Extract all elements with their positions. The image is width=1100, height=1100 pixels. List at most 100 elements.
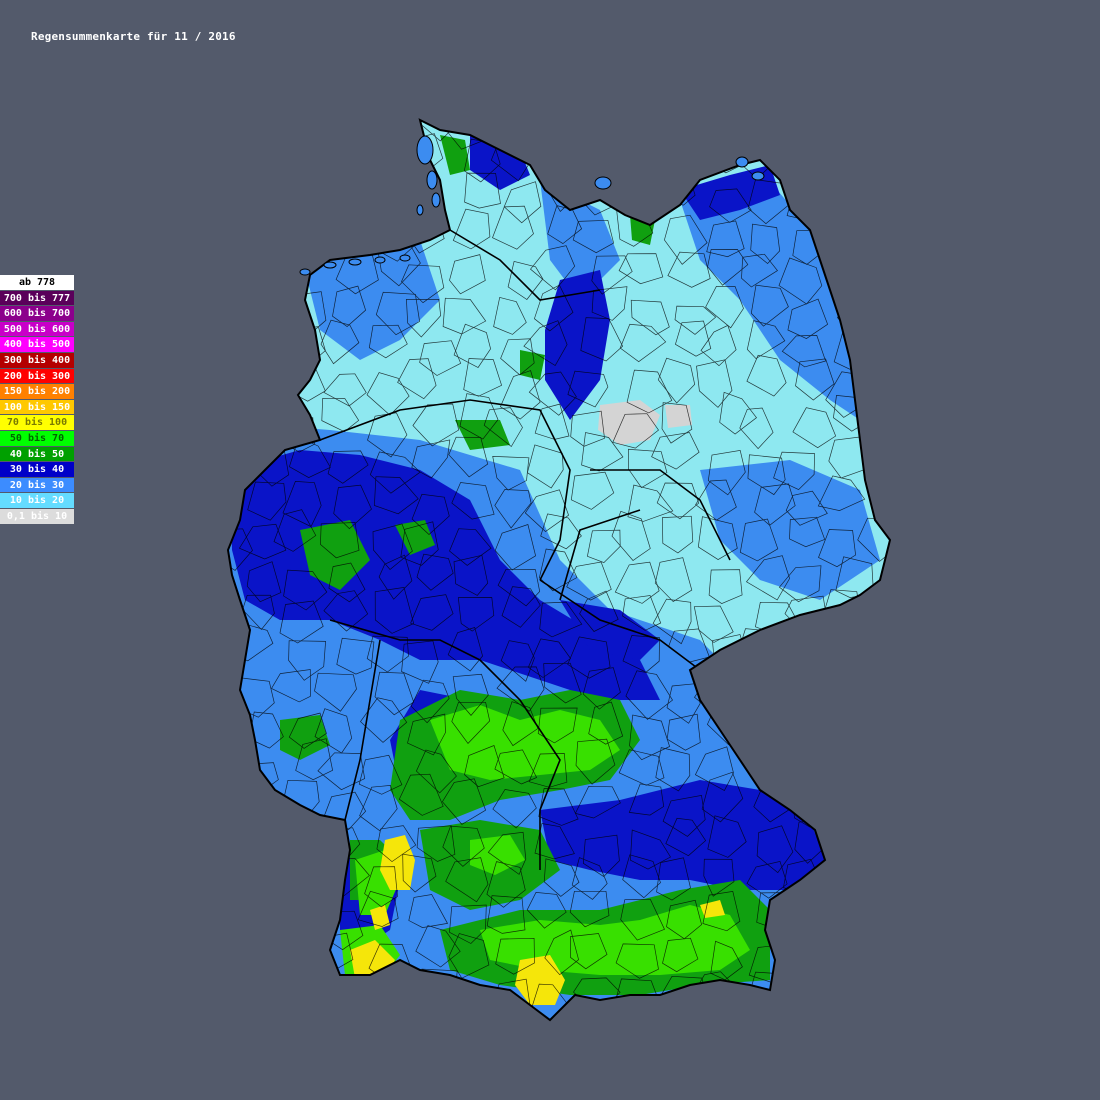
district-boundary	[825, 137, 867, 174]
district-boundary	[833, 211, 877, 251]
island	[735, 156, 749, 168]
district-boundary	[281, 970, 322, 1008]
island	[426, 170, 438, 190]
district-boundary	[235, 937, 273, 978]
district-boundary	[836, 174, 880, 210]
island	[594, 176, 612, 190]
district-boundary	[867, 243, 890, 282]
district-boundary	[245, 399, 290, 437]
district-boundary	[779, 133, 821, 179]
district-boundary	[613, 139, 650, 176]
island	[399, 254, 411, 262]
district-boundary	[781, 629, 826, 667]
island	[751, 171, 765, 181]
district-boundary	[821, 980, 868, 1020]
district-boundary	[821, 784, 864, 827]
district-boundary	[780, 706, 821, 748]
district-boundary	[230, 782, 279, 823]
district-boundary	[834, 814, 874, 859]
district-boundary	[623, 175, 657, 214]
district-boundary	[866, 448, 890, 493]
island	[416, 204, 424, 216]
district-boundary	[539, 134, 583, 174]
district-boundary	[622, 120, 661, 131]
district-boundary	[882, 703, 890, 749]
district-boundary	[874, 490, 890, 531]
district-boundary	[750, 749, 793, 787]
district-boundary	[228, 938, 239, 978]
island	[323, 261, 337, 269]
district-boundary	[228, 819, 235, 856]
district-boundary	[586, 120, 626, 144]
district-boundary	[291, 205, 329, 244]
district-boundary	[287, 819, 329, 855]
district-boundary	[660, 167, 696, 206]
district-boundary	[358, 971, 395, 1020]
district-boundary	[315, 188, 354, 232]
district-boundary	[238, 257, 277, 302]
district-boundary	[875, 287, 890, 327]
district-boundary	[881, 897, 890, 936]
district-boundary	[824, 120, 868, 132]
district-boundary	[283, 134, 325, 171]
district-boundary	[884, 933, 890, 977]
district-boundary	[228, 862, 230, 899]
district-boundary	[373, 120, 411, 137]
district-boundary	[831, 245, 871, 286]
district-boundary	[781, 120, 825, 153]
district-boundary	[241, 316, 289, 362]
district-boundary	[239, 287, 285, 324]
island	[416, 135, 434, 165]
district-boundary	[826, 714, 867, 756]
district-boundary	[868, 358, 890, 401]
district-boundary	[749, 707, 785, 745]
district-boundary	[248, 181, 288, 223]
district-boundary	[283, 930, 321, 971]
district-boundary	[241, 823, 284, 869]
district-boundary	[743, 120, 789, 139]
island	[299, 268, 311, 276]
district-boundary	[842, 749, 874, 789]
district-boundary	[228, 595, 233, 641]
district-boundary	[869, 401, 890, 439]
district-boundary	[276, 120, 312, 141]
germany-precipitation-map	[227, 119, 891, 1021]
district-boundary	[825, 627, 861, 674]
district-boundary	[228, 483, 236, 519]
district-boundary	[228, 737, 238, 783]
district-boundary	[241, 207, 276, 256]
district-boundary	[664, 120, 702, 133]
district-boundary	[228, 369, 240, 416]
zone-0-10	[665, 405, 692, 428]
district-boundary	[650, 134, 699, 172]
district-boundary	[247, 896, 292, 940]
map-fill	[228, 120, 890, 1020]
district-boundary	[870, 791, 890, 829]
district-boundary	[790, 900, 839, 950]
district-boundary	[228, 561, 235, 599]
district-boundary	[228, 263, 244, 304]
district-boundary	[279, 186, 319, 225]
district-boundary	[228, 713, 239, 753]
island	[431, 192, 441, 208]
district-boundary	[228, 968, 243, 1014]
district-boundary	[867, 817, 890, 858]
district-boundary	[228, 284, 236, 320]
district-boundary	[238, 985, 280, 1019]
district-boundary	[870, 206, 890, 251]
district-boundary	[878, 339, 890, 377]
district-boundary	[362, 167, 404, 203]
district-boundary	[452, 986, 489, 1020]
district-boundary	[230, 866, 275, 907]
district-boundary	[742, 673, 783, 717]
district-boundary	[862, 735, 890, 777]
district-boundary	[492, 120, 531, 144]
district-boundary	[793, 926, 829, 970]
district-boundary	[244, 120, 286, 130]
island	[374, 256, 386, 264]
district-boundary	[783, 977, 824, 1013]
district-boundary	[881, 588, 890, 629]
district-boundary	[796, 752, 834, 796]
district-boundary	[228, 174, 246, 215]
district-boundary	[873, 667, 890, 705]
